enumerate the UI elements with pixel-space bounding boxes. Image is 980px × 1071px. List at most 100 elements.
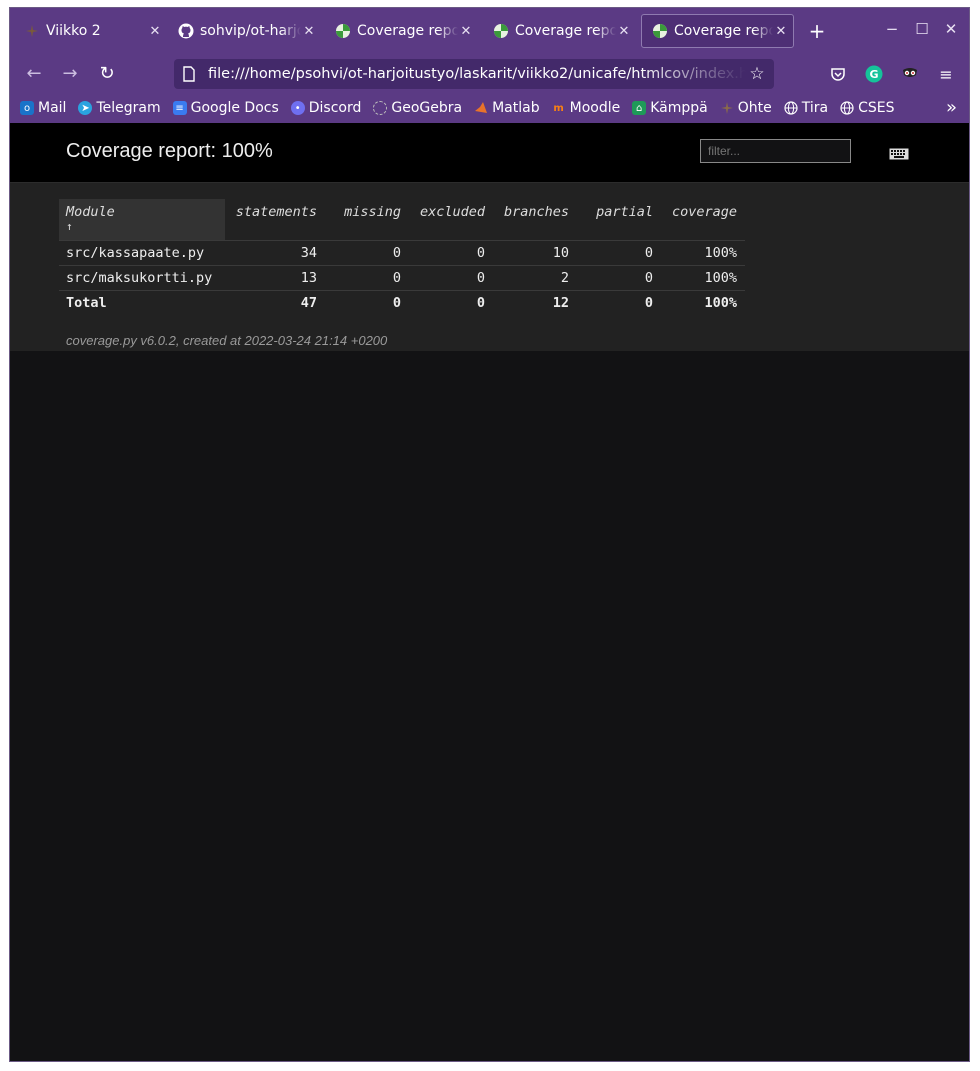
- discord-icon: •: [290, 101, 305, 115]
- table-header-row: Module ↑ statements missing excluded bran…: [59, 199, 745, 241]
- bookmark-label: Ohte: [737, 100, 772, 116]
- statements-cell: 47: [300, 294, 317, 311]
- statements-cell: 13: [225, 265, 325, 291]
- report-footer: coverage.py v6.0.2, created at 2022-03-2…: [66, 333, 388, 348]
- tab-label: Viikko 2: [46, 23, 101, 39]
- moodle-icon: m: [553, 102, 564, 114]
- excluded-cell: 0: [409, 240, 493, 266]
- excluded-cell: 0: [476, 294, 485, 311]
- new-tab-button[interactable]: +: [806, 19, 828, 43]
- bookmark-telegram[interactable]: ➤ Telegram: [78, 100, 161, 116]
- table-row: src/kassapaate.py 34 0 0 10 0 100%: [59, 240, 745, 266]
- extension-mask-icon[interactable]: [900, 64, 920, 84]
- geogebra-icon: [373, 101, 388, 115]
- module-link[interactable]: src/kassapaate.py: [59, 240, 225, 266]
- missing-cell: 0: [325, 265, 409, 291]
- pocket-icon[interactable]: [828, 64, 848, 84]
- statements-cell: 34: [225, 240, 325, 266]
- coverage-cell: 100%: [661, 240, 745, 266]
- bookmark-cses[interactable]: CSES: [840, 100, 895, 116]
- column-header-partial[interactable]: partial: [577, 199, 661, 241]
- bookmark-label: Moodle: [569, 100, 621, 116]
- globe-icon: [784, 101, 798, 115]
- bookmark-google-docs[interactable]: ≡ Google Docs: [172, 100, 279, 116]
- column-label: Module: [66, 204, 115, 220]
- tab-coverage-2[interactable]: Coverage report ✕: [483, 14, 636, 48]
- filter-input[interactable]: [700, 139, 851, 163]
- column-header-missing[interactable]: missing: [325, 199, 409, 241]
- home-icon: ⌂: [632, 101, 647, 115]
- column-header-statements[interactable]: statements: [225, 199, 325, 241]
- tab-label: Coverage report: [674, 23, 773, 39]
- tab-coverage-1[interactable]: Coverage report ✕: [325, 14, 478, 48]
- bookmark-label: Telegram: [96, 100, 161, 116]
- partial-cell: 0: [644, 294, 653, 311]
- ohte-icon: [720, 101, 734, 115]
- close-icon[interactable]: ✕: [147, 24, 163, 39]
- coverage-table: Module ↑ statements missing excluded bran…: [59, 199, 745, 315]
- bookmark-discord[interactable]: • Discord: [290, 100, 361, 116]
- bookmark-star-icon[interactable]: ☆: [746, 64, 768, 84]
- partial-cell: 0: [577, 240, 661, 266]
- close-icon[interactable]: ✕: [616, 24, 632, 39]
- maximize-icon[interactable]: ☐: [912, 20, 932, 38]
- tab-viikko2[interactable]: Viikko 2 ✕: [14, 14, 167, 48]
- coverage-favicon-icon: [652, 23, 668, 39]
- close-icon[interactable]: ✕: [301, 24, 317, 39]
- telegram-icon: ➤: [78, 101, 93, 115]
- chevron-double-right-icon[interactable]: »: [946, 97, 957, 118]
- module-link[interactable]: src/maksukortti.py: [59, 265, 225, 291]
- grammarly-icon[interactable]: G: [864, 64, 884, 84]
- browser-window: Viikko 2 ✕ sohvip/ot-harjoitustyo ✕ Cove…: [9, 7, 970, 1062]
- column-header-module[interactable]: Module ↑: [59, 199, 225, 241]
- bookmark-label: GeoGebra: [391, 100, 463, 116]
- bookmark-kamppa[interactable]: ⌂ Kämppä: [632, 100, 708, 116]
- coverage-favicon-icon: [335, 23, 351, 39]
- github-icon: [178, 23, 194, 39]
- bookmark-moodle[interactable]: m Moodle: [552, 100, 621, 116]
- close-window-icon[interactable]: ✕: [941, 20, 961, 38]
- page-content: Coverage report: 100% Module↑ statements…: [10, 123, 969, 1061]
- column-header-excluded[interactable]: excluded: [409, 199, 493, 241]
- outlook-icon: o: [20, 101, 34, 115]
- bookmark-geogebra[interactable]: GeoGebra: [373, 100, 462, 116]
- sort-arrow-icon: ↑: [66, 220, 73, 233]
- reload-icon[interactable]: ↻: [96, 63, 118, 85]
- forward-arrow-icon[interactable]: →: [59, 63, 81, 85]
- coverage-cell: 100%: [704, 294, 737, 311]
- menu-icon[interactable]: ≡: [936, 64, 956, 84]
- missing-cell: 0: [392, 294, 401, 311]
- navigation-bar: ← → ↻ file:///home/psohvi/ot-harjoitusty…: [10, 55, 969, 93]
- bookmark-label: Matlab: [492, 100, 540, 116]
- url-bar[interactable]: file:///home/psohvi/ot-harjoitustyo/lask…: [174, 59, 774, 89]
- tab-label: Coverage report: [515, 23, 616, 39]
- ohte-favicon-icon: [24, 23, 40, 39]
- bookmark-label: Kämppä: [650, 100, 708, 116]
- minimize-icon[interactable]: −: [882, 20, 902, 38]
- total-label: Total: [66, 294, 107, 311]
- column-header-coverage[interactable]: coverage: [661, 199, 745, 241]
- column-header-branches[interactable]: branches: [493, 199, 577, 241]
- branches-cell: 2: [493, 265, 577, 291]
- back-arrow-icon[interactable]: ←: [23, 63, 45, 85]
- bookmark-ohte[interactable]: Ohte: [720, 100, 772, 116]
- total-row: Total 47 0 0 12 0 100%: [59, 290, 745, 315]
- tab-coverage-active[interactable]: Coverage report ✕: [641, 14, 794, 48]
- url-text: file:///home/psohvi/ot-harjoitustyo/lask…: [208, 66, 746, 82]
- coverage-favicon-icon: [493, 23, 509, 39]
- bookmark-matlab[interactable]: Matlab: [474, 100, 540, 116]
- bookmark-tira[interactable]: Tira: [784, 100, 828, 116]
- missing-cell: 0: [325, 240, 409, 266]
- branches-cell: 12: [552, 294, 569, 311]
- keyboard-icon[interactable]: [889, 145, 909, 160]
- close-icon[interactable]: ✕: [773, 24, 789, 39]
- page-icon: [182, 66, 198, 82]
- table-row: src/maksukortti.py 13 0 0 2 0 100%: [59, 265, 745, 291]
- tab-label: Coverage report: [357, 23, 458, 39]
- tab-strip: Viikko 2 ✕ sohvip/ot-harjoitustyo ✕ Cove…: [10, 8, 969, 55]
- close-icon[interactable]: ✕: [458, 24, 474, 39]
- bookmark-mail[interactable]: o Mail: [20, 100, 66, 116]
- tab-github[interactable]: sohvip/ot-harjoitustyo ✕: [168, 14, 321, 48]
- svg-text:G: G: [869, 68, 878, 81]
- branches-cell: 10: [493, 240, 577, 266]
